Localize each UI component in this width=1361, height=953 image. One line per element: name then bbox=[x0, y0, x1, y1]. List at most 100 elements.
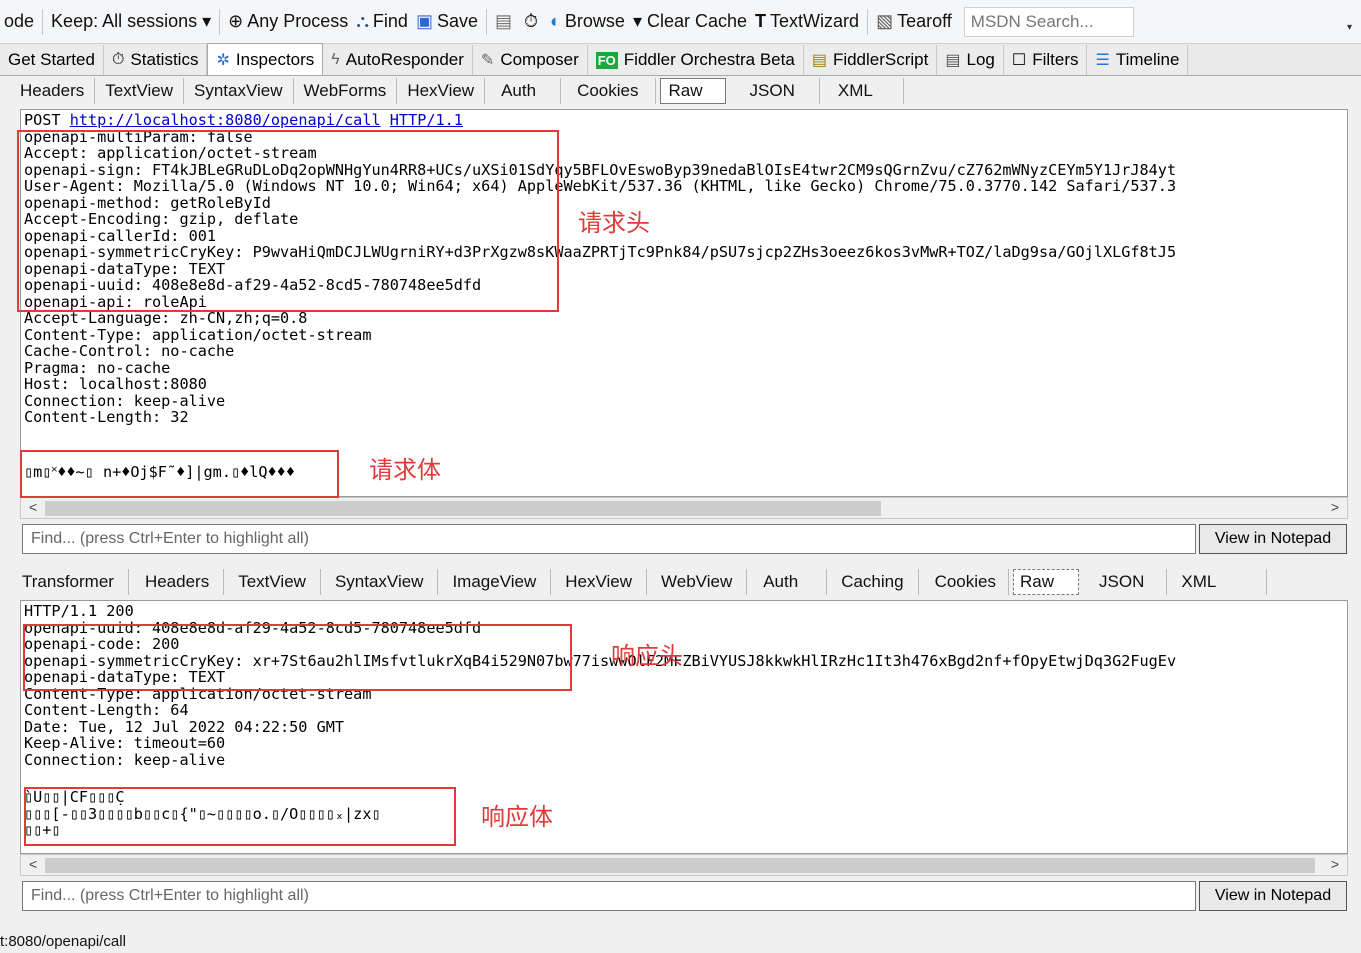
req-tab-textview[interactable]: TextView bbox=[95, 78, 184, 104]
req-tab-cookies[interactable]: Cookies bbox=[561, 78, 656, 104]
stopwatch-icon: ⏱ bbox=[111, 51, 125, 68]
raw-line: Connection: keep-alive bbox=[24, 750, 226, 769]
tab-fiddlerscript[interactable]: ▤ FiddlerScript bbox=[803, 45, 938, 75]
res-tab-webview[interactable]: WebView bbox=[647, 569, 748, 595]
find-label: Find bbox=[372, 11, 408, 31]
req-tab-webforms[interactable]: WebForms bbox=[294, 78, 398, 104]
tab-composer[interactable]: ✎ Composer bbox=[472, 45, 588, 75]
clear-cache-button[interactable]: ▾ Clear Cache bbox=[629, 0, 751, 44]
find-button[interactable]: ⛬ Find bbox=[352, 0, 412, 44]
toolbar-separator bbox=[867, 8, 869, 35]
raw-line: Content-Length: 32 bbox=[24, 408, 189, 426]
res-tab-xml[interactable]: XML bbox=[1167, 569, 1268, 595]
timer-button[interactable]: ⏱ bbox=[520, 0, 546, 44]
req-tab-headers[interactable]: Headers bbox=[14, 78, 96, 104]
response-find-input[interactable]: Find... (press Ctrl+Enter to highlight a… bbox=[22, 881, 1196, 911]
timeline-icon: ☰ bbox=[1095, 52, 1110, 69]
toolbar: ode Keep: All sessions ▾ ⊕ Any Process ⛬ F… bbox=[0, 0, 1361, 44]
response-status-line: HTTP/1.1 200 bbox=[24, 602, 134, 620]
tab-label: Log bbox=[966, 50, 995, 69]
compose-icon: ✎ bbox=[480, 52, 495, 69]
raw-line: Host: localhost:8080 bbox=[24, 375, 207, 393]
browse-label: Browse bbox=[564, 11, 625, 31]
request-horizontal-scrollbar[interactable]: < > bbox=[20, 497, 1348, 519]
tab-label: Statistics bbox=[130, 50, 199, 69]
toolbar-separator bbox=[219, 8, 221, 35]
request-url-link[interactable]: http://localhost:8080/openapi/call bbox=[70, 111, 381, 129]
tab-filters[interactable]: ☐ Filters bbox=[1003, 45, 1088, 75]
res-tab-raw[interactable]: Raw bbox=[1013, 569, 1080, 595]
textwizard-button[interactable]: T TextWizard bbox=[751, 0, 863, 44]
tab-fiddler-orchestra[interactable]: FO Fiddler Orchestra Beta bbox=[587, 45, 804, 75]
crosshair-icon: ⊕ bbox=[228, 11, 244, 31]
tab-get-started[interactable]: Get Started bbox=[0, 45, 104, 75]
res-tab-syntaxview[interactable]: SyntaxView bbox=[321, 569, 439, 595]
binoculars-icon: ⛬ bbox=[356, 11, 369, 31]
res-tab-json[interactable]: JSON bbox=[1083, 569, 1168, 595]
any-process-button[interactable]: ⊕ Any Process bbox=[224, 0, 352, 44]
request-find-input[interactable]: Find... (press Ctrl+Enter to highlight a… bbox=[22, 524, 1196, 554]
res-tab-imageview[interactable]: ImageView bbox=[438, 569, 552, 595]
tab-timeline[interactable]: ☰ Timeline bbox=[1087, 45, 1189, 75]
scroll-left-arrow-icon[interactable]: < bbox=[29, 856, 37, 872]
checkbox-icon: ☐ bbox=[1011, 52, 1027, 69]
clear-cache-label: ▾ Clear Cache bbox=[632, 11, 748, 31]
req-tab-hexview[interactable]: HexView bbox=[397, 78, 486, 104]
res-tab-caching[interactable]: Caching bbox=[827, 569, 919, 595]
res-tab-textview[interactable]: TextView bbox=[224, 569, 321, 595]
tab-log[interactable]: ▤ Log bbox=[937, 45, 1004, 75]
response-horizontal-scrollbar[interactable]: < > bbox=[20, 854, 1348, 876]
tab-label: AutoResponder bbox=[345, 50, 464, 69]
req-tab-json[interactable]: JSON bbox=[730, 78, 820, 104]
req-tab-auth[interactable]: Auth bbox=[485, 78, 562, 104]
response-header-highlight-box bbox=[23, 624, 572, 691]
textwizard-label: TextWizard bbox=[770, 11, 860, 31]
raw-line: Content-Type: application/octet-stream bbox=[24, 325, 372, 344]
browser-icon: ◐ bbox=[550, 11, 561, 31]
res-tab-cookies[interactable]: Cookies bbox=[919, 569, 1009, 595]
scrollbar-thumb[interactable] bbox=[45, 858, 1315, 873]
clipboard-button[interactable]: ▤ bbox=[491, 0, 520, 44]
scroll-right-arrow-icon[interactable]: > bbox=[1331, 856, 1339, 872]
res-tab-headers[interactable]: Headers bbox=[129, 569, 225, 595]
keep-sessions-dropdown[interactable]: Keep: All sessions ▾ bbox=[47, 0, 215, 44]
save-button[interactable]: ▣ Save bbox=[412, 0, 482, 44]
save-icon: ▣ bbox=[415, 11, 433, 31]
raw-line: Keep-Alive: timeout=60 bbox=[24, 734, 226, 752]
tab-statistics[interactable]: ⏱ Statistics bbox=[103, 45, 208, 75]
req-tab-raw[interactable]: Raw bbox=[659, 78, 726, 104]
tab-label: Fiddler Orchestra Beta bbox=[623, 50, 795, 69]
tab-label: Timeline bbox=[1115, 50, 1180, 69]
toolbar-item-mode[interactable]: ode bbox=[0, 0, 38, 44]
scrollbar-thumb[interactable] bbox=[45, 501, 881, 516]
request-protocol: HTTP/1.1 bbox=[389, 111, 463, 129]
tab-label: Filters bbox=[1032, 50, 1079, 69]
log-icon: ▤ bbox=[945, 52, 961, 69]
fo-icon: FO bbox=[595, 51, 618, 69]
req-tab-syntaxview[interactable]: SyntaxView bbox=[184, 78, 294, 104]
request-view-in-notepad-button[interactable]: View in Notepad bbox=[1199, 524, 1347, 554]
scroll-left-arrow-icon[interactable]: < bbox=[29, 499, 37, 515]
response-view-in-notepad-button[interactable]: View in Notepad bbox=[1199, 881, 1347, 911]
request-header-annotation: 请求头 bbox=[578, 209, 650, 237]
raw-line: Cache-Control: no-cache bbox=[24, 342, 235, 360]
res-tab-auth[interactable]: Auth bbox=[747, 569, 828, 595]
scroll-right-arrow-icon[interactable]: > bbox=[1331, 499, 1339, 515]
tab-autoresponder[interactable]: ϟ AutoResponder bbox=[323, 45, 473, 75]
tab-label: Get Started bbox=[8, 50, 95, 69]
response-inspector-tabs: Transformer Headers TextView SyntaxView … bbox=[12, 567, 1359, 597]
raw-line: Accept-Language: zh-CN,zh;q=0.8 bbox=[24, 309, 308, 327]
req-tab-xml[interactable]: XML bbox=[820, 78, 904, 104]
tab-label: FiddlerScript bbox=[832, 50, 929, 69]
lightning-icon: ϟ bbox=[331, 51, 340, 68]
main-tabs: Get Started ⏱ Statistics ✲ Inspectors ϟ Aut… bbox=[0, 43, 1361, 76]
tearoff-label: Tearoff bbox=[897, 11, 952, 31]
res-tab-transformer[interactable]: Transformer bbox=[12, 569, 129, 595]
tearoff-button[interactable]: ▧ Tearoff bbox=[872, 0, 956, 44]
toolbar-overflow-arrow[interactable]: ▾ bbox=[1347, 22, 1359, 36]
tab-inspectors[interactable]: ✲ Inspectors bbox=[207, 43, 324, 75]
res-tab-hexview[interactable]: HexView bbox=[551, 569, 648, 595]
msdn-search-input[interactable]: MSDN Search... bbox=[963, 6, 1134, 37]
browse-button[interactable]: ◐ Browse bbox=[546, 0, 629, 44]
timer-icon: ⏱ bbox=[524, 11, 539, 31]
